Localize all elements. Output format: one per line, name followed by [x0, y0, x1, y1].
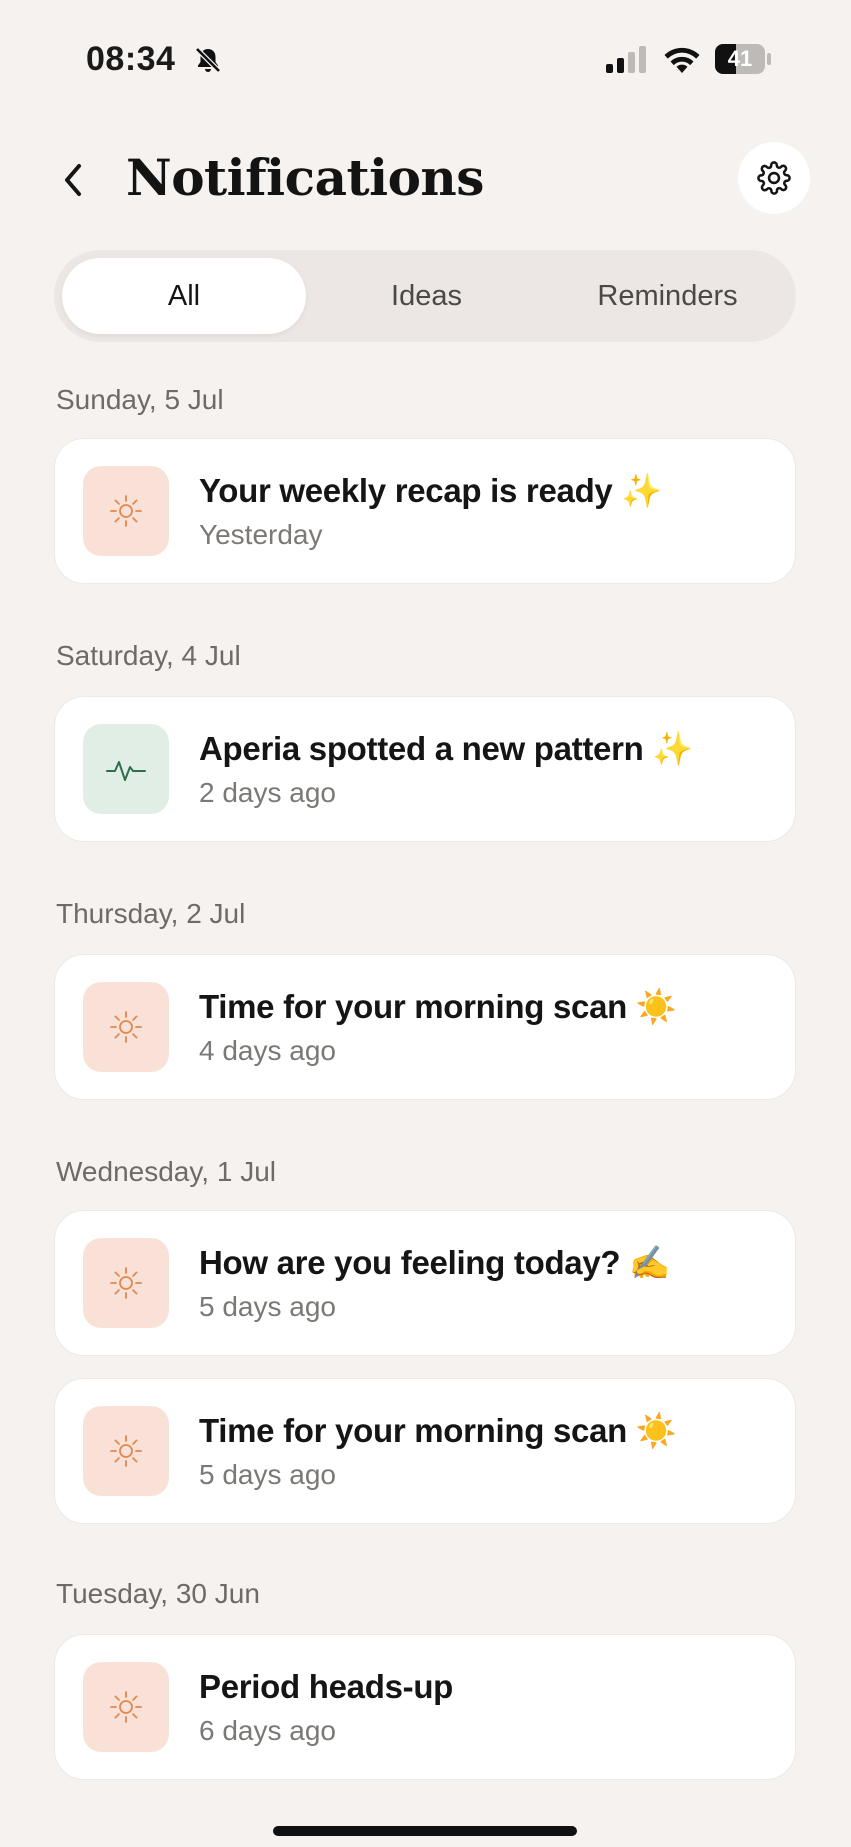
notification-card[interactable]: How are you feeling today? ✍️ 5 days ago — [54, 1210, 796, 1356]
filter-tabs: All Ideas Reminders — [54, 250, 796, 342]
sun-icon — [110, 1011, 142, 1043]
notification-icon-box — [83, 982, 169, 1072]
battery-level: 41 — [727, 46, 753, 71]
sun-icon — [110, 495, 142, 527]
pulse-icon — [106, 761, 146, 781]
notification-icon-box — [83, 724, 169, 814]
notification-icon-box — [83, 1238, 169, 1328]
header: Notifications — [0, 130, 851, 230]
cellular-signal-icon — [606, 46, 646, 73]
sun-icon — [110, 1691, 142, 1723]
date-header: Sunday, 5 Jul — [56, 384, 224, 415]
notification-time: Yesterday — [199, 519, 323, 550]
notification-time: 6 days ago — [199, 1715, 336, 1746]
tab-reminders[interactable]: Reminders — [547, 258, 788, 334]
status-bar: 08:34 41 — [0, 0, 851, 120]
chevron-left-icon — [65, 164, 81, 196]
page-title: Notifications — [126, 148, 484, 207]
notification-card[interactable]: Time for your morning scan ☀️ 5 days ago — [54, 1378, 796, 1524]
notification-time: 2 days ago — [199, 777, 336, 808]
status-time: 08:34 — [86, 40, 176, 78]
notification-card[interactable]: Aperia spotted a new pattern ✨ 2 days ag… — [54, 696, 796, 842]
notification-title: Time for your morning scan ☀️ — [199, 1412, 677, 1449]
tab-all[interactable]: All — [62, 258, 306, 334]
notification-icon-box — [83, 1406, 169, 1496]
notification-list: Sunday, 5 Jul Your weekly recap is ready… — [54, 378, 796, 1780]
back-button[interactable] — [50, 155, 96, 205]
tab-ideas[interactable]: Ideas — [306, 258, 547, 334]
notification-time: 4 days ago — [199, 1035, 336, 1066]
notification-icon-box — [83, 1662, 169, 1752]
date-header: Thursday, 2 Jul — [56, 898, 246, 929]
settings-button[interactable] — [738, 142, 810, 214]
bell-off-icon — [195, 47, 221, 73]
home-indicator[interactable] — [273, 1826, 577, 1836]
notification-title: Your weekly recap is ready ✨ — [199, 472, 663, 509]
notification-title: How are you feeling today? ✍️ — [199, 1244, 670, 1281]
wifi-icon — [664, 47, 700, 73]
notification-time: 5 days ago — [199, 1459, 336, 1490]
date-header: Wednesday, 1 Jul — [56, 1156, 276, 1187]
notification-title: Aperia spotted a new pattern ✨ — [199, 730, 694, 767]
notification-card[interactable]: Period heads-up 6 days ago — [54, 1634, 796, 1780]
sun-icon — [110, 1435, 142, 1467]
notification-title: Period heads-up — [199, 1668, 454, 1705]
notification-card[interactable]: Time for your morning scan ☀️ 4 days ago — [54, 954, 796, 1100]
gear-icon — [757, 161, 791, 195]
sun-icon — [110, 1267, 142, 1299]
notification-icon-box — [83, 466, 169, 556]
notification-title: Time for your morning scan ☀️ — [199, 988, 677, 1025]
notification-card[interactable]: Your weekly recap is ready ✨ Yesterday — [54, 438, 796, 584]
date-header: Saturday, 4 Jul — [56, 640, 241, 671]
date-header: Tuesday, 30 Jun — [56, 1578, 260, 1609]
notification-time: 5 days ago — [199, 1291, 336, 1322]
